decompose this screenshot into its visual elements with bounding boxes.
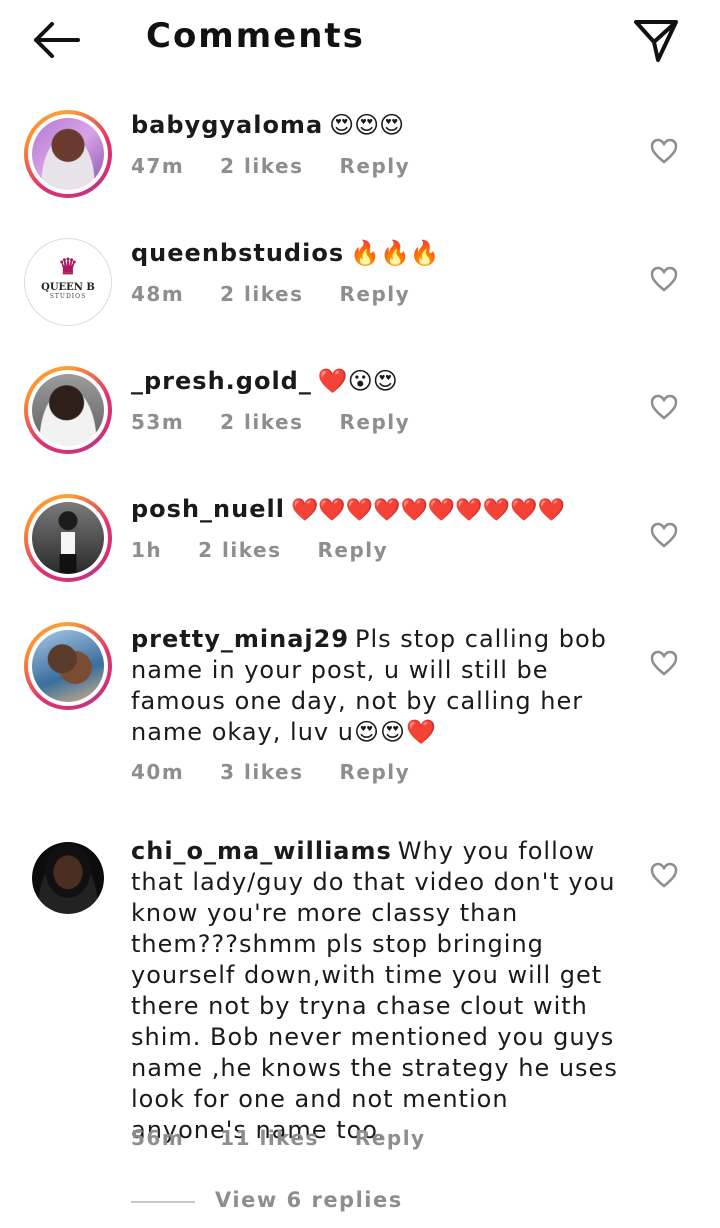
username[interactable]: babygyaloma [131, 111, 323, 139]
back-arrow-icon[interactable] [30, 18, 82, 62]
reply-button[interactable]: Reply [340, 154, 411, 178]
comment-body: Why you follow that lady/guy do that vid… [131, 837, 618, 1144]
likes-count[interactable]: 2 likes [220, 410, 303, 434]
comment-body: ❤️😮😍 [317, 367, 398, 395]
comment-meta: 48m 2 likes Reply [131, 282, 446, 306]
comment-meta: 47m 2 likes Reply [131, 154, 446, 178]
likes-count[interactable]: 3 likes [220, 760, 303, 784]
heart-icon[interactable] [650, 862, 678, 888]
username[interactable]: pretty_minaj29 [131, 625, 349, 653]
avatar[interactable] [24, 494, 112, 582]
avatar[interactable] [24, 622, 112, 710]
reply-button[interactable]: Reply [355, 1126, 426, 1150]
comment-meta: 56m 11 likes Reply [131, 1126, 462, 1150]
timestamp: 47m [131, 154, 185, 178]
comment-body: 🔥🔥🔥 [350, 239, 440, 267]
comment-text-block: pretty_minaj29 Pls stop calling bob name … [131, 624, 623, 748]
likes-count[interactable]: 11 likes [220, 1126, 319, 1150]
timestamp: 53m [131, 410, 185, 434]
comment-text-block: queenbstudios 🔥🔥🔥 [131, 238, 623, 269]
comment-text-block: chi_o_ma_williams Why you follow that lad… [131, 836, 623, 1146]
comment-meta: 1h 2 likes Reply [131, 538, 424, 562]
reply-button[interactable]: Reply [340, 282, 411, 306]
heart-icon[interactable] [650, 522, 678, 548]
comment-meta: 40m 3 likes Reply [131, 760, 446, 784]
username[interactable]: queenbstudios [131, 239, 344, 267]
username[interactable]: chi_o_ma_williams [131, 837, 392, 865]
logo-text: QUEEN B [41, 282, 95, 293]
timestamp: 56m [131, 1126, 185, 1150]
view-replies: View 6 replies [131, 1188, 531, 1218]
comment-meta: 53m 2 likes Reply [131, 410, 446, 434]
avatar[interactable]: ♛ QUEEN B STUDIOS [24, 238, 112, 326]
likes-count[interactable]: 2 likes [198, 538, 281, 562]
reply-button[interactable]: Reply [340, 410, 411, 434]
heart-icon[interactable] [650, 138, 678, 164]
avatar[interactable] [24, 366, 112, 454]
comment-text-block: babygyaloma 😍😍😍 [131, 110, 623, 141]
timestamp: 40m [131, 760, 185, 784]
comment-body: ❤️❤️❤️❤️❤️❤️❤️❤️❤️❤️ [290, 498, 565, 523]
queen-b-logo-icon: ♛ [58, 254, 78, 280]
username[interactable]: _presh.gold_ [131, 367, 312, 395]
heart-icon[interactable] [650, 650, 678, 676]
username[interactable]: posh_nuell [131, 495, 285, 523]
likes-count[interactable]: 2 likes [220, 154, 303, 178]
heart-icon[interactable] [650, 394, 678, 420]
comment-text-block: posh_nuell ❤️❤️❤️❤️❤️❤️❤️❤️❤️❤️ [131, 494, 631, 526]
avatar[interactable] [24, 110, 112, 198]
replies-divider [131, 1201, 195, 1203]
top-bar: Comments [0, 0, 720, 80]
logo-subtext: STUDIOS [49, 293, 87, 300]
reply-button[interactable]: Reply [317, 538, 388, 562]
page-title: Comments [146, 16, 365, 56]
paper-plane-icon[interactable] [632, 16, 680, 64]
heart-icon[interactable] [650, 266, 678, 292]
comment-body: 😍😍😍 [329, 111, 405, 139]
timestamp: 1h [131, 538, 163, 562]
avatar[interactable] [24, 842, 112, 930]
timestamp: 48m [131, 282, 185, 306]
comment-text-block: _presh.gold_ ❤️😮😍 [131, 366, 623, 397]
view-replies-button[interactable]: View 6 replies [215, 1188, 403, 1212]
reply-button[interactable]: Reply [340, 760, 411, 784]
likes-count[interactable]: 2 likes [220, 282, 303, 306]
